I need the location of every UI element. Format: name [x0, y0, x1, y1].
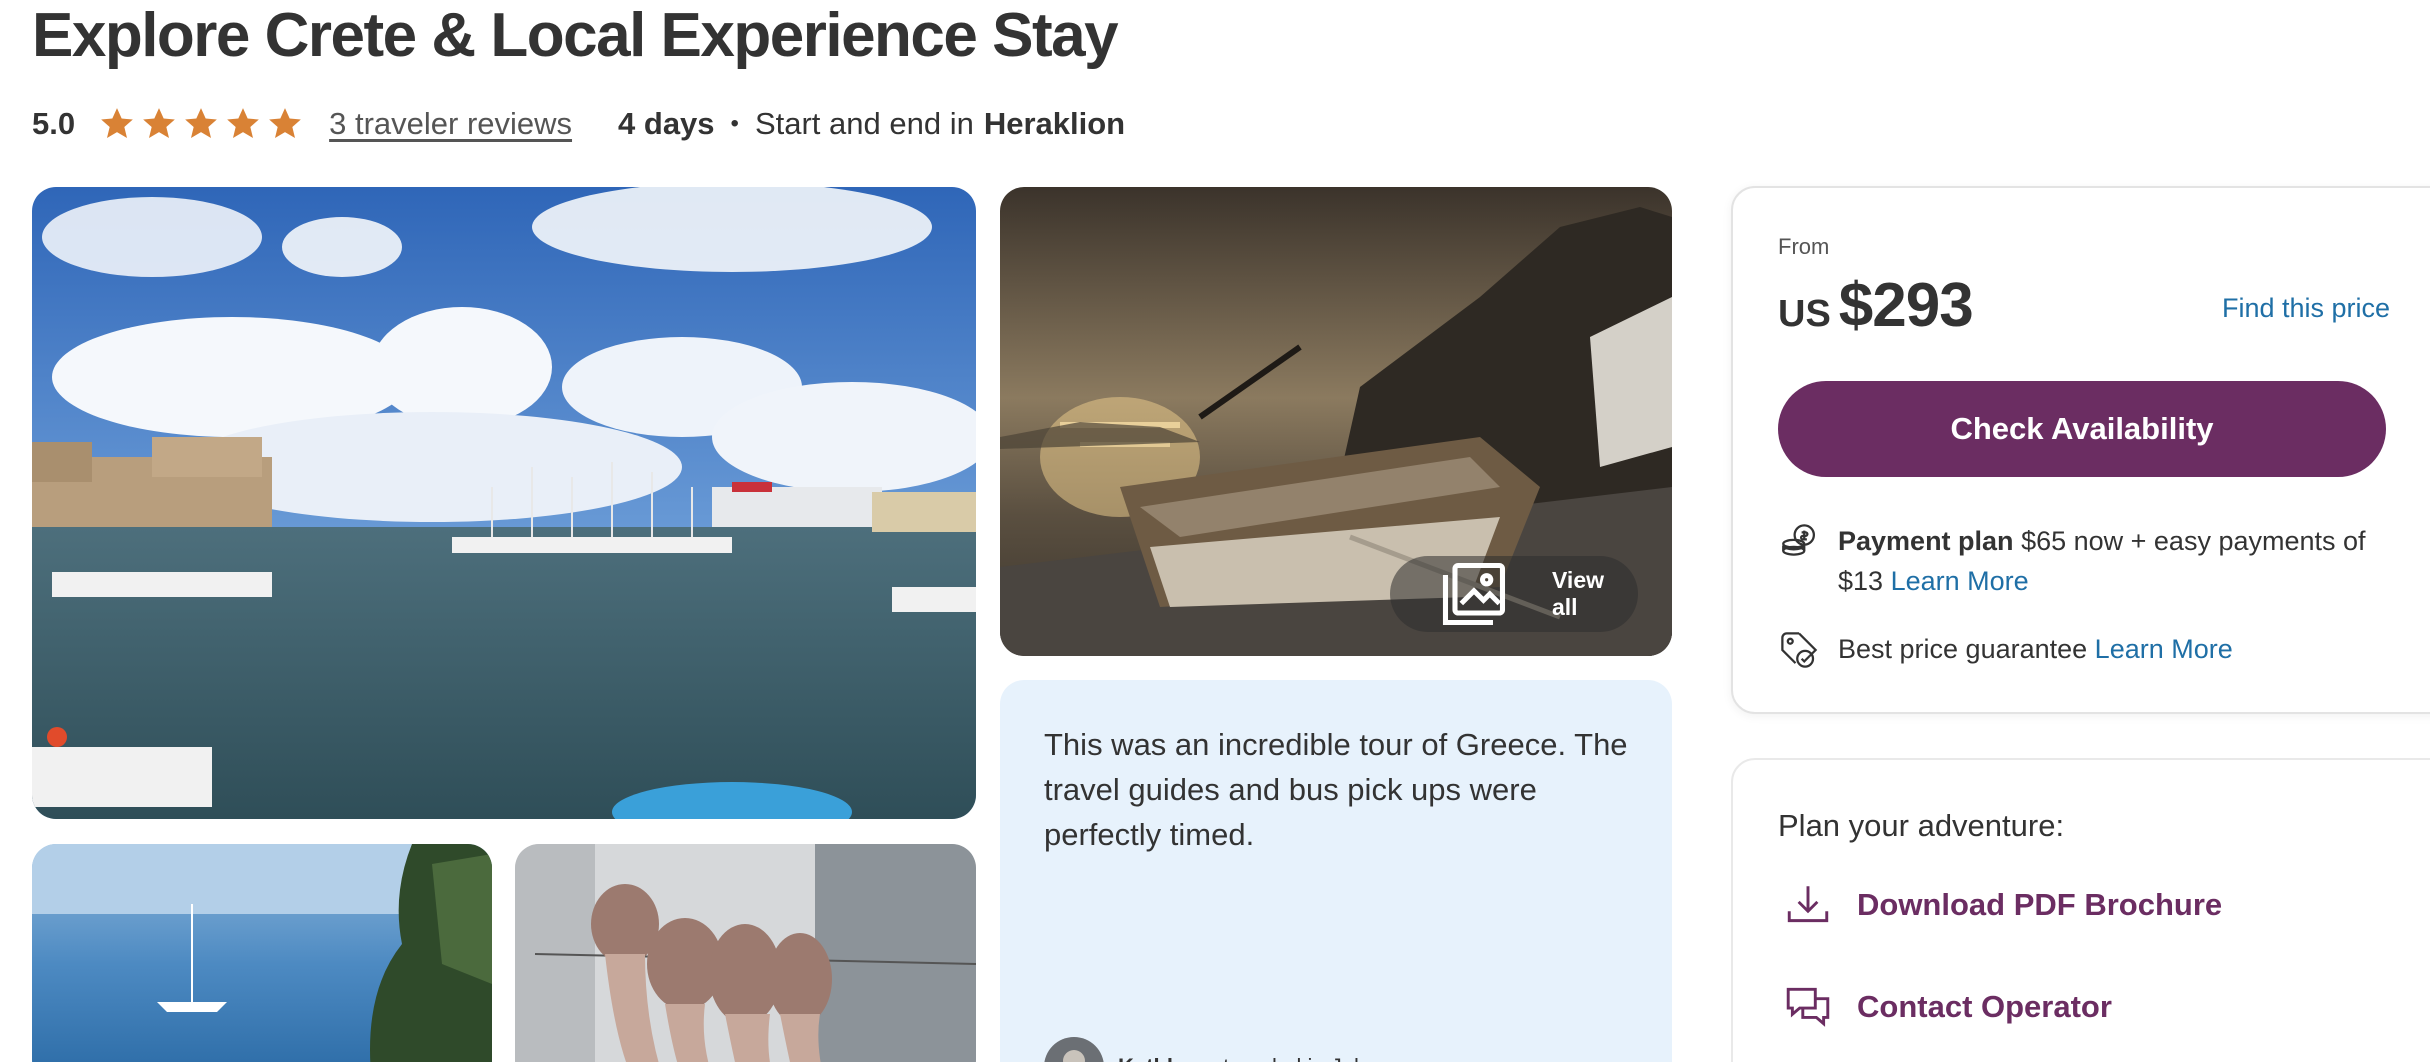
check-availability-button[interactable]: Check Availability	[1778, 381, 2386, 477]
star-rating	[97, 104, 305, 144]
booking-card: From US $293 Find this price Check Avail…	[1731, 186, 2430, 714]
coins-icon	[1782, 524, 1816, 556]
download-brochure-link[interactable]: Download PDF Brochure	[1783, 880, 2222, 930]
price-guarantee-row: Best price guarantee Learn More	[1778, 629, 2378, 671]
price-from-label: From	[1778, 234, 1830, 259]
start-end-city: Heraklion	[983, 106, 1126, 141]
reviewer-info: Kathleen , traveled in July	[1044, 1037, 1370, 1062]
guarantee-learn-more-link[interactable]: Learn More	[2095, 634, 2233, 664]
plan-title: Plan your adventure:	[1778, 808, 2065, 843]
gallery-icon	[1442, 562, 1506, 626]
gallery-photo-sailboat[interactable]	[32, 844, 492, 1062]
gallery-photo-octopus[interactable]	[515, 844, 976, 1062]
reviewer-travel-date: , traveled in July	[1211, 1054, 1370, 1062]
contact-operator-link[interactable]: Contact Operator	[1783, 982, 2112, 1032]
price: US $293	[1778, 270, 1974, 341]
star-icon	[143, 108, 175, 138]
payment-plan-label: Payment plan	[1838, 526, 2014, 556]
tour-duration: 4 days	[618, 106, 715, 141]
find-price-link[interactable]: Find this price	[2222, 293, 2390, 324]
start-end-label: Start and end in	[754, 106, 974, 141]
price-currency: US	[1778, 293, 1831, 335]
payment-plan-text: Payment plan $65 now + easy payments of …	[1838, 521, 2378, 601]
star-icon	[101, 108, 133, 138]
download-brochure-label: Download PDF Brochure	[1857, 887, 2223, 922]
tour-meta: 5.0 3 traveler reviews 4 days • Start an…	[32, 104, 1125, 144]
avatar	[1044, 1037, 1104, 1062]
review-card: This was an incredible tour of Greece. T…	[1000, 680, 1672, 1062]
chat-icon	[1786, 987, 1830, 1027]
gallery-photo-boat[interactable]: View all	[1000, 187, 1672, 656]
download-icon	[1787, 886, 1829, 923]
reviews-link[interactable]: 3 traveler reviews	[329, 106, 572, 142]
star-icon	[185, 108, 217, 138]
view-all-button[interactable]: View all	[1390, 556, 1638, 632]
rating-value: 5.0	[32, 106, 76, 141]
payment-plan-row: Payment plan $65 now + easy payments of …	[1778, 521, 2378, 601]
price-guarantee-label: Best price guarantee	[1838, 634, 2095, 664]
price-value: $293	[1838, 271, 1974, 340]
reviewer-name: Kathleen	[1118, 1054, 1211, 1062]
price-guarantee-text: Best price guarantee Learn More	[1838, 629, 2378, 669]
price-tag-icon	[1781, 632, 1818, 668]
payment-learn-more-link[interactable]: Learn More	[1891, 566, 2029, 596]
gallery-photo-harbour[interactable]	[32, 187, 976, 819]
star-icon	[227, 108, 259, 138]
contact-operator-label: Contact Operator	[1857, 989, 2112, 1024]
review-text: This was an incredible tour of Greece. T…	[1044, 727, 1628, 852]
view-all-label: View all	[1552, 567, 1604, 620]
meta-separator: •	[730, 110, 739, 137]
star-icon	[269, 108, 301, 138]
plan-adventure-card: Plan your adventure: Download PDF Brochu…	[1731, 758, 2430, 1062]
page-title: Explore Crete & Local Experience Stay	[32, 1, 1119, 70]
